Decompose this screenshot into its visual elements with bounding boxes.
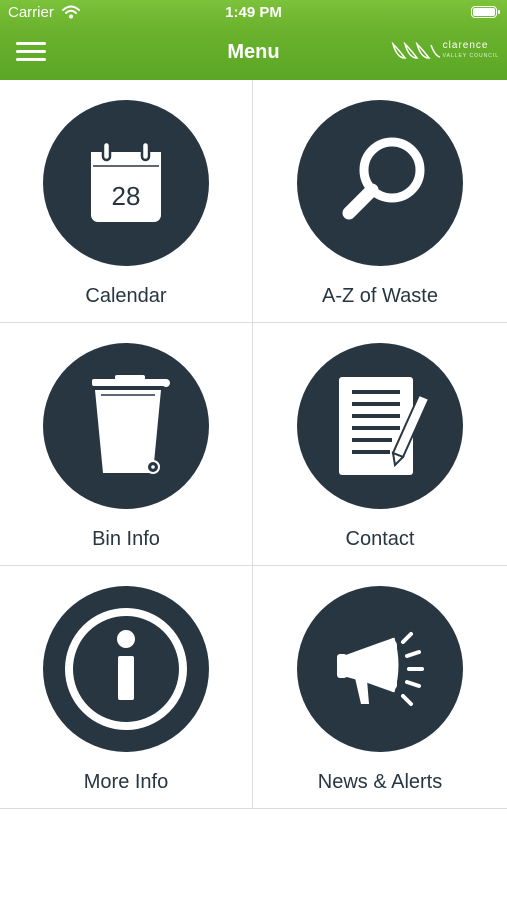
wheelie-bin-icon <box>43 343 209 509</box>
calendar-icon: 28 <box>43 100 209 266</box>
tile-news-alerts[interactable]: News & Alerts <box>253 566 507 809</box>
tile-more-info[interactable]: More Info <box>0 566 253 809</box>
magnifier-icon <box>297 100 463 266</box>
document-pen-icon <box>297 343 463 509</box>
tile-calendar[interactable]: 28 Calendar <box>0 80 253 323</box>
logo-wordmark: clarence VALLEY COUNCIL <box>442 40 499 60</box>
tile-label: News & Alerts <box>317 771 443 793</box>
tile-a-z-of-waste[interactable]: A-Z of Waste <box>253 80 507 323</box>
clock-time: 1:49 PM <box>225 4 282 21</box>
info-icon <box>43 586 209 752</box>
tile-label: Contact <box>345 528 415 550</box>
tile-label: A-Z of Waste <box>322 285 438 307</box>
navigation-bar: Menu clarence VALLEY COUNCIL <box>0 26 507 80</box>
calendar-day-number: 28 <box>112 181 141 211</box>
tile-label: Bin Info <box>92 528 160 550</box>
menu-grid: 28 Calendar A-Z of Waste Bin Info Contac… <box>0 80 507 809</box>
tile-bin-info[interactable]: Bin Info <box>0 323 253 566</box>
tile-label: Calendar <box>85 285 167 307</box>
status-bar: Carrier 1:49 PM <box>0 0 507 26</box>
council-logo: clarence VALLEY COUNCIL <box>391 41 499 61</box>
battery-icon <box>471 6 500 18</box>
tile-contact[interactable]: Contact <box>253 323 507 566</box>
tile-label: More Info <box>83 771 169 793</box>
megaphone-icon <box>297 586 463 752</box>
leaf-logo-icon <box>391 42 440 59</box>
